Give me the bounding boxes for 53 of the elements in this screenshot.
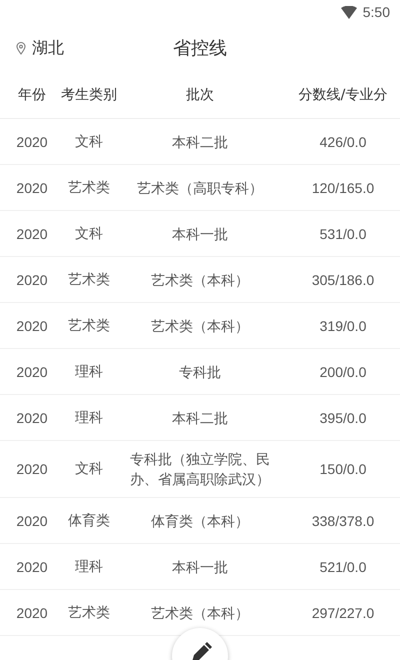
column-header: 年份 xyxy=(18,86,46,104)
wifi-icon xyxy=(340,6,357,18)
table-cell: 艺术类 xyxy=(68,178,110,196)
column-header: 考生类别 xyxy=(61,86,117,104)
table-cell: 2020 xyxy=(16,226,48,242)
table-cell-text: 艺术类（高职专科） xyxy=(137,178,263,198)
table-cell: 体育类 xyxy=(68,512,110,530)
table-cell: 2020 xyxy=(16,134,48,150)
table-cell: 531/0.0 xyxy=(320,226,366,242)
table-cell-text: 体育类（本科） xyxy=(151,512,249,530)
status-time: 5:50 xyxy=(362,4,390,20)
table-cell: 305/186.0 xyxy=(312,272,374,288)
table-cell: 2020 xyxy=(16,558,48,574)
table-cell: 319/0.0 xyxy=(320,318,366,334)
table-cell: 2020 xyxy=(16,410,48,426)
column-header: 批次 xyxy=(186,86,214,104)
table-cell: 2020 xyxy=(16,512,48,528)
table-cell: 文科 xyxy=(75,460,103,478)
table-cell: 395/0.0 xyxy=(320,410,366,426)
table-cell: 521/0.0 xyxy=(320,558,366,574)
column-header: 分数线/专业分 xyxy=(298,86,388,104)
table-cell: 文科 xyxy=(75,224,103,242)
table-cell: 2020 xyxy=(16,272,48,288)
table-cell: 200/0.0 xyxy=(320,364,366,380)
table-cell: 艺术类 xyxy=(68,270,110,288)
table-cell-text: 艺术类（本科） xyxy=(151,316,249,336)
table-cell-text: 本科二批 xyxy=(172,408,228,428)
table-cell-text: 专科批（独立学院、民办、省属高职除武汉） xyxy=(129,450,271,489)
table-cell: 理科 xyxy=(75,362,103,380)
table-cell-text: 本科一批 xyxy=(172,558,228,576)
table-cell: 2020 xyxy=(16,604,48,620)
table-cell: 2020 xyxy=(16,318,48,334)
table-cell-text: 本科一批 xyxy=(172,224,228,244)
table-cell: 艺术类 xyxy=(68,316,110,334)
table-cell-text: 本科二批 xyxy=(172,132,228,152)
page-title: 省控线 xyxy=(173,37,227,60)
table-cell: 2020 xyxy=(16,364,48,380)
table-cell: 理科 xyxy=(75,558,103,576)
table-cell: 文科 xyxy=(75,132,103,150)
table-cell: 理科 xyxy=(75,408,103,426)
table-cell: 2020 xyxy=(16,461,48,477)
table-cell: 297/227.0 xyxy=(312,604,374,620)
table-cell: 艺术类 xyxy=(68,604,110,622)
table-cell: 2020 xyxy=(16,180,48,196)
table-cell: 150/0.0 xyxy=(320,461,366,477)
location-label[interactable]: 湖北 xyxy=(32,38,64,58)
table-cell: 338/378.0 xyxy=(312,512,374,528)
table-cell-text: 专科批 xyxy=(179,362,221,382)
table-cell: 426/0.0 xyxy=(320,134,366,150)
table-cell: 120/165.0 xyxy=(312,180,374,196)
table-cell-text: 艺术类（本科） xyxy=(151,604,249,622)
location-pin-icon xyxy=(16,42,26,54)
table-cell-text: 艺术类（本科） xyxy=(151,270,249,290)
